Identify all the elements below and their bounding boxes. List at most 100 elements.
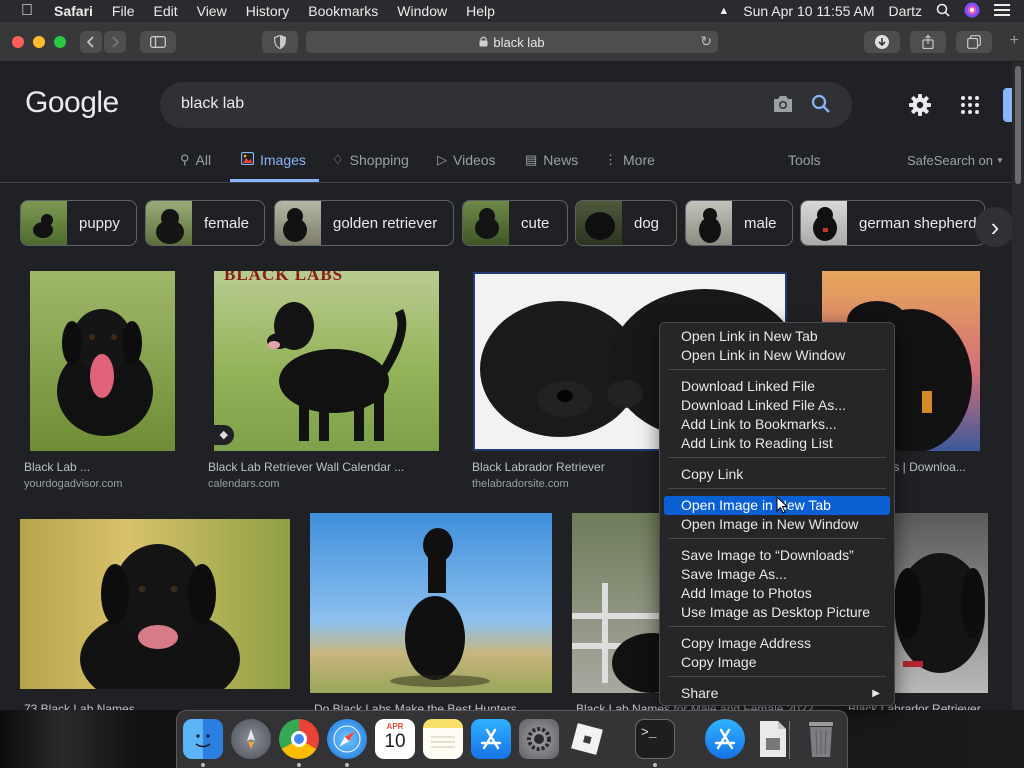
address-bar[interactable]: black lab ↻ — [306, 31, 718, 53]
account-avatar[interactable] — [1003, 88, 1012, 122]
ctx-download-linked-file[interactable]: Download Linked File — [664, 377, 890, 396]
ctx-share[interactable]: Share ▶ — [664, 684, 890, 703]
result-image-7[interactable] — [572, 513, 662, 693]
chip-german-shepherd[interactable]: german shepherd — [800, 200, 985, 246]
ctx-use-image-desktop[interactable]: Use Image as Desktop Picture — [664, 603, 890, 622]
tab-news[interactable]: ▤ News — [525, 150, 578, 182]
safesearch-toggle[interactable]: SafeSearch on ▼ — [907, 150, 1004, 182]
sidebar-toggle-button[interactable] — [140, 31, 176, 53]
ctx-save-image-as[interactable]: Save Image As... — [664, 565, 890, 584]
reload-icon[interactable]: ↻ — [700, 33, 712, 50]
ctx-open-image-new-window[interactable]: Open Image in New Window — [664, 515, 890, 534]
newspaper-icon: ▤ — [525, 152, 538, 167]
chip-cute[interactable]: cute — [462, 200, 568, 246]
ctx-copy-image-address[interactable]: Copy Image Address — [664, 634, 890, 653]
menu-bookmarks[interactable]: Bookmarks — [308, 3, 378, 19]
dock-document-icon[interactable] — [753, 719, 793, 759]
chip-thumbnail — [686, 201, 732, 245]
menu-app-name[interactable]: Safari — [54, 3, 93, 19]
menu-edit[interactable]: Edit — [153, 3, 177, 19]
tab-overview-button[interactable] — [956, 31, 992, 53]
ctx-copy-link[interactable]: Copy Link — [664, 465, 890, 484]
privacy-report-button[interactable] — [262, 31, 298, 53]
menubar-clock[interactable]: Sun Apr 10 11:55 AM — [743, 3, 874, 19]
result-image-6[interactable] — [310, 513, 552, 693]
ctx-save-image-downloads[interactable]: Save Image to “Downloads” — [664, 546, 890, 565]
result-image-5[interactable] — [20, 519, 290, 689]
dock-calendar-icon[interactable]: APR 10 — [375, 719, 415, 759]
back-button[interactable] — [80, 31, 102, 53]
dock-chrome-icon[interactable] — [279, 719, 319, 759]
tab-videos[interactable]: ▷ Videos — [437, 150, 496, 182]
result-source-3[interactable]: thelabradorsite.com — [472, 478, 569, 490]
result-title-2[interactable]: Black Lab Retriever Wall Calendar ... — [208, 460, 404, 474]
dock-trash-icon[interactable] — [801, 719, 841, 759]
dock-roblox-icon[interactable] — [567, 719, 607, 759]
result-title-3[interactable]: Black Labrador Retriever — [472, 460, 605, 474]
ctx-add-image-photos[interactable]: Add Image to Photos — [664, 584, 890, 603]
ctx-separator — [668, 369, 886, 370]
search-icon[interactable] — [811, 94, 831, 119]
menubar-user[interactable]: Dartz — [889, 3, 922, 19]
control-center-icon[interactable] — [994, 3, 1010, 19]
tab-shopping[interactable]: ♢ Shopping — [332, 150, 409, 182]
ctx-open-link-new-window[interactable]: Open Link in New Window — [664, 346, 890, 365]
menu-window[interactable]: Window — [397, 3, 447, 19]
forward-button[interactable] — [104, 31, 126, 53]
result-title-1[interactable]: Black Lab ... — [24, 460, 90, 474]
page-scrollbar[interactable] — [1012, 62, 1024, 710]
tag-icon: ◆ — [214, 425, 234, 445]
scrollbar-thumb[interactable] — [1015, 66, 1021, 184]
minimize-window-button[interactable] — [33, 36, 45, 48]
result-title-6[interactable]: Do Black Labs Make the Best Hunters — [314, 702, 517, 710]
eject-icon[interactable]: ▲ — [718, 5, 729, 17]
downloads-button[interactable] — [864, 31, 900, 53]
dock-app-store-icon[interactable] — [471, 719, 511, 759]
zoom-window-button[interactable] — [54, 36, 66, 48]
tab-images[interactable]: Images — [230, 150, 319, 182]
ctx-download-linked-file-as[interactable]: Download Linked File As... — [664, 396, 890, 415]
ctx-open-link-new-tab[interactable]: Open Link in New Tab — [664, 327, 890, 346]
dock-app-store-installer-icon[interactable] — [705, 719, 745, 759]
ctx-add-link-reading-list[interactable]: Add Link to Reading List — [664, 434, 890, 453]
result-image-1[interactable] — [30, 271, 175, 451]
search-box[interactable]: black lab — [160, 82, 852, 128]
apple-menu-icon[interactable]:  — [18, 2, 36, 20]
settings-gear-icon[interactable] — [908, 93, 932, 122]
menu-help[interactable]: Help — [466, 3, 495, 19]
chip-male[interactable]: male — [685, 200, 793, 246]
ctx-copy-image[interactable]: Copy Image — [664, 653, 890, 672]
chip-dog[interactable]: dog — [575, 200, 677, 246]
chip-puppy[interactable]: puppy — [20, 200, 137, 246]
tab-all[interactable]: ⚲ All — [180, 150, 211, 182]
dock-safari-icon[interactable] — [327, 719, 367, 759]
close-window-button[interactable] — [12, 36, 24, 48]
camera-search-icon[interactable] — [772, 94, 794, 119]
google-logo[interactable]: Google — [25, 86, 119, 120]
dock-terminal-icon[interactable]: >_ — [635, 719, 675, 759]
ctx-add-link-bookmarks[interactable]: Add Link to Bookmarks... — [664, 415, 890, 434]
search-input[interactable]: black lab — [181, 95, 244, 113]
tab-more[interactable]: ⋮ More — [604, 150, 655, 182]
dock-finder-icon[interactable] — [183, 719, 223, 759]
chips-next-button[interactable]: › — [975, 207, 1012, 247]
menu-file[interactable]: File — [112, 3, 135, 19]
siri-icon[interactable] — [964, 2, 980, 21]
tools-button[interactable]: Tools — [788, 150, 821, 182]
google-apps-icon[interactable] — [960, 95, 980, 120]
result-source-1[interactable]: yourdogadvisor.com — [24, 478, 122, 490]
chip-golden-retriever[interactable]: golden retriever — [274, 200, 454, 246]
dock-notes-icon[interactable] — [423, 719, 463, 759]
ctx-separator — [668, 676, 886, 677]
menu-history[interactable]: History — [246, 3, 290, 19]
spotlight-icon[interactable] — [936, 3, 950, 20]
share-button[interactable] — [910, 31, 946, 53]
dock-launchpad-icon[interactable] — [231, 719, 271, 759]
chip-female[interactable]: female — [145, 200, 265, 246]
dock-system-preferences-icon[interactable] — [519, 719, 559, 759]
new-tab-icon[interactable]: + — [1010, 32, 1019, 50]
result-title-5[interactable]: 73 Black Lab Names — [24, 702, 135, 710]
result-source-2[interactable]: calendars.com — [208, 478, 280, 490]
menu-view[interactable]: View — [197, 3, 227, 19]
result-image-2[interactable]: BLACK LABS ◆ — [214, 271, 439, 451]
